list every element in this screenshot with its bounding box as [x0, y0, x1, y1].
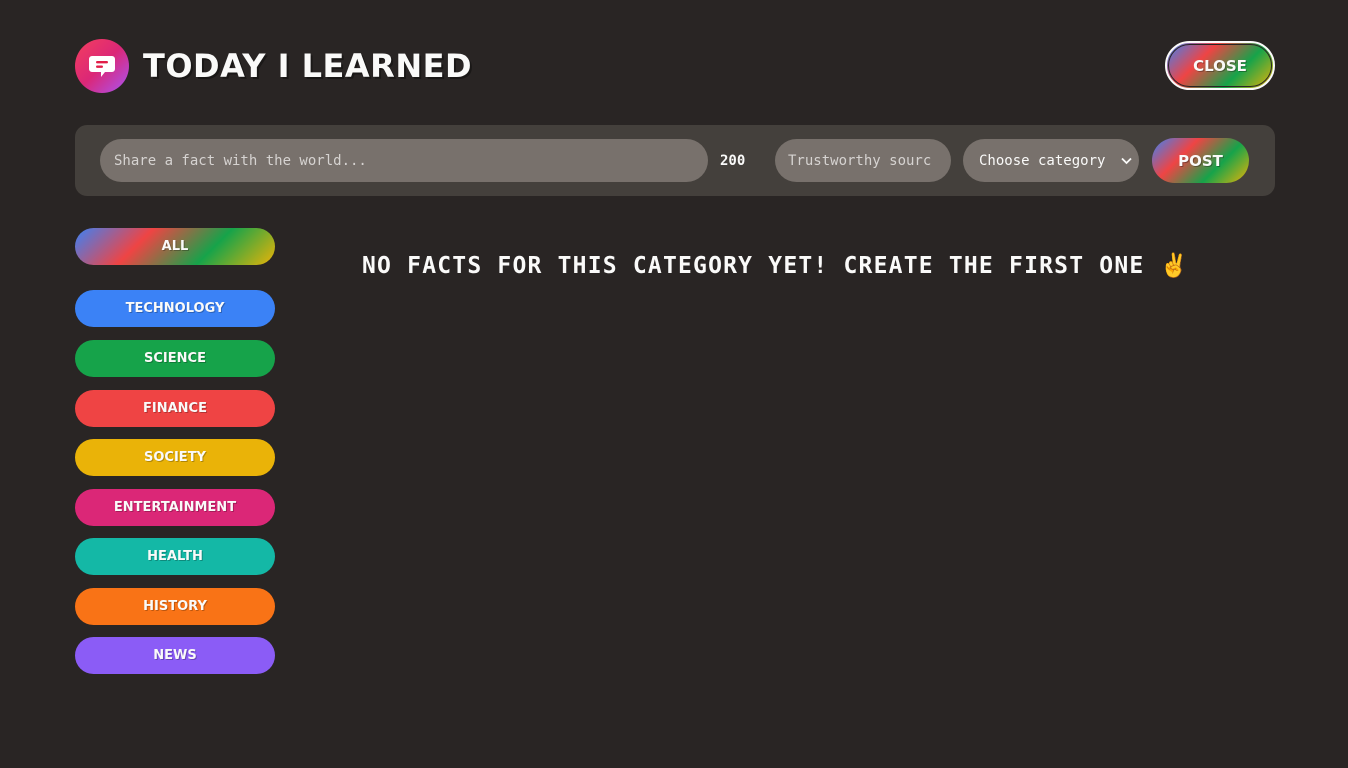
- source-input[interactable]: Trustworthy sourc: [775, 139, 951, 182]
- category-news-button[interactable]: News: [75, 637, 275, 674]
- category-select[interactable]: Choose category: [963, 139, 1139, 182]
- category-health-button[interactable]: Health: [75, 538, 275, 575]
- char-count: 200: [720, 152, 746, 169]
- category-science-button[interactable]: Science: [75, 340, 275, 377]
- category-history-button[interactable]: History: [75, 588, 275, 625]
- fact-form: Share a fact with the world... 200 Trust…: [75, 125, 1275, 196]
- post-button[interactable]: Post: [1152, 138, 1249, 183]
- brand: Today I Learned: [75, 38, 473, 93]
- chat-bubble-icon: [75, 38, 129, 93]
- app-header: Today I Learned Close: [75, 38, 1275, 93]
- category-all-button[interactable]: All: [75, 228, 275, 265]
- category-entertainment-button[interactable]: Entertainment: [75, 489, 275, 526]
- category-finance-button[interactable]: Finance: [75, 390, 275, 427]
- app-title: Today I Learned: [143, 46, 473, 85]
- category-society-button[interactable]: Society: [75, 439, 275, 476]
- chevron-down-icon: [1117, 139, 1135, 182]
- fact-input[interactable]: Share a fact with the world...: [100, 139, 708, 182]
- fact-input-placeholder: Share a fact with the world...: [114, 152, 367, 169]
- category-technology-button[interactable]: Technology: [75, 290, 275, 327]
- empty-state-message: No facts for this category yet! Create t…: [362, 253, 1190, 279]
- category-select-value: Choose category: [979, 152, 1106, 169]
- close-button[interactable]: Close: [1165, 41, 1275, 90]
- source-input-placeholder: Trustworthy sourc: [788, 152, 932, 169]
